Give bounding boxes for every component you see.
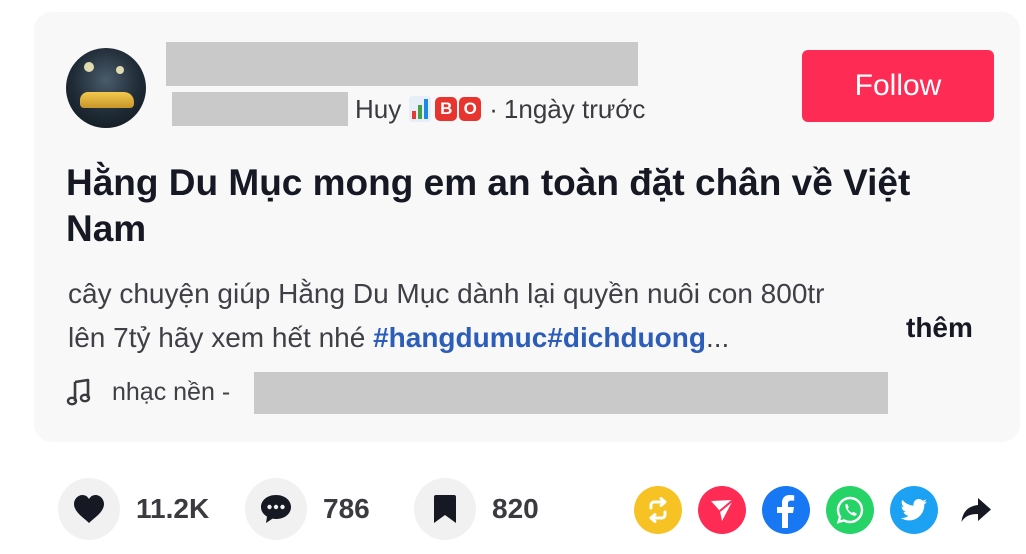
facebook-icon (777, 495, 795, 528)
avatar-light (116, 66, 124, 74)
save-action[interactable]: 820 (414, 478, 539, 540)
repost-icon (649, 497, 667, 523)
author-meta-row: Huy B O · 1ngày trước (355, 92, 645, 126)
badge-letter-b: B (435, 97, 458, 121)
music-note-icon (66, 378, 91, 406)
music-row[interactable]: nhạc nền - (66, 372, 230, 412)
bar-chart-icon (409, 96, 432, 122)
twitter-icon (900, 499, 927, 521)
badge-letter-o: O (459, 97, 482, 121)
bookmark-icon (434, 495, 456, 523)
author-avatar[interactable] (66, 48, 146, 128)
send-button[interactable] (698, 486, 746, 534)
avatar-car (80, 92, 134, 108)
like-button[interactable] (58, 478, 120, 540)
video-description: cây chuyện giúp Hằng Du Mục dành lại quy… (68, 272, 998, 360)
redacted-nickname (172, 92, 348, 126)
follow-button[interactable]: Follow (802, 50, 994, 122)
heart-icon (74, 495, 104, 523)
comment-action[interactable]: 786 (245, 478, 370, 540)
description-line-2: lên 7tỷ hãy xem hết nhé #hangdumuc#dichd… (68, 316, 998, 360)
music-prefix: nhạc nền - (112, 377, 231, 406)
whatsapp-button[interactable] (826, 486, 874, 534)
avatar-light (84, 62, 94, 72)
comment-icon (261, 495, 291, 523)
save-button[interactable] (414, 478, 476, 540)
save-count: 820 (492, 493, 539, 524)
description-ellipsis: ... (705, 322, 730, 353)
description-line-1: cây chuyện giúp Hằng Du Mục dành lại quy… (68, 278, 825, 309)
share-arrow-icon (961, 498, 991, 522)
bo-badge-icon: B O (435, 97, 482, 121)
like-action[interactable]: 11.2K (58, 478, 209, 540)
comment-count: 786 (323, 493, 370, 524)
meta-separator: · (489, 93, 498, 124)
whatsapp-icon (836, 496, 864, 524)
repost-button[interactable] (634, 486, 682, 534)
author-nickname-suffix: Huy (355, 93, 402, 124)
send-icon (711, 499, 734, 521)
share-more-button[interactable] (952, 486, 1000, 534)
comment-button[interactable] (245, 478, 307, 540)
hashtag-link[interactable]: #hangdumuc#dichduong (373, 322, 706, 353)
like-count: 11.2K (136, 493, 210, 524)
description-text: lên 7tỷ hãy xem hết nhé (68, 322, 374, 353)
twitter-button[interactable] (890, 486, 938, 534)
more-button[interactable]: thêm (906, 312, 973, 344)
redacted-music-title (254, 372, 888, 414)
post-time: 1ngày trước (503, 93, 646, 124)
facebook-button[interactable] (762, 486, 810, 534)
redacted-username (166, 42, 638, 86)
video-title: Hằng Du Mục mong em an toàn đặt chân về … (66, 162, 911, 249)
